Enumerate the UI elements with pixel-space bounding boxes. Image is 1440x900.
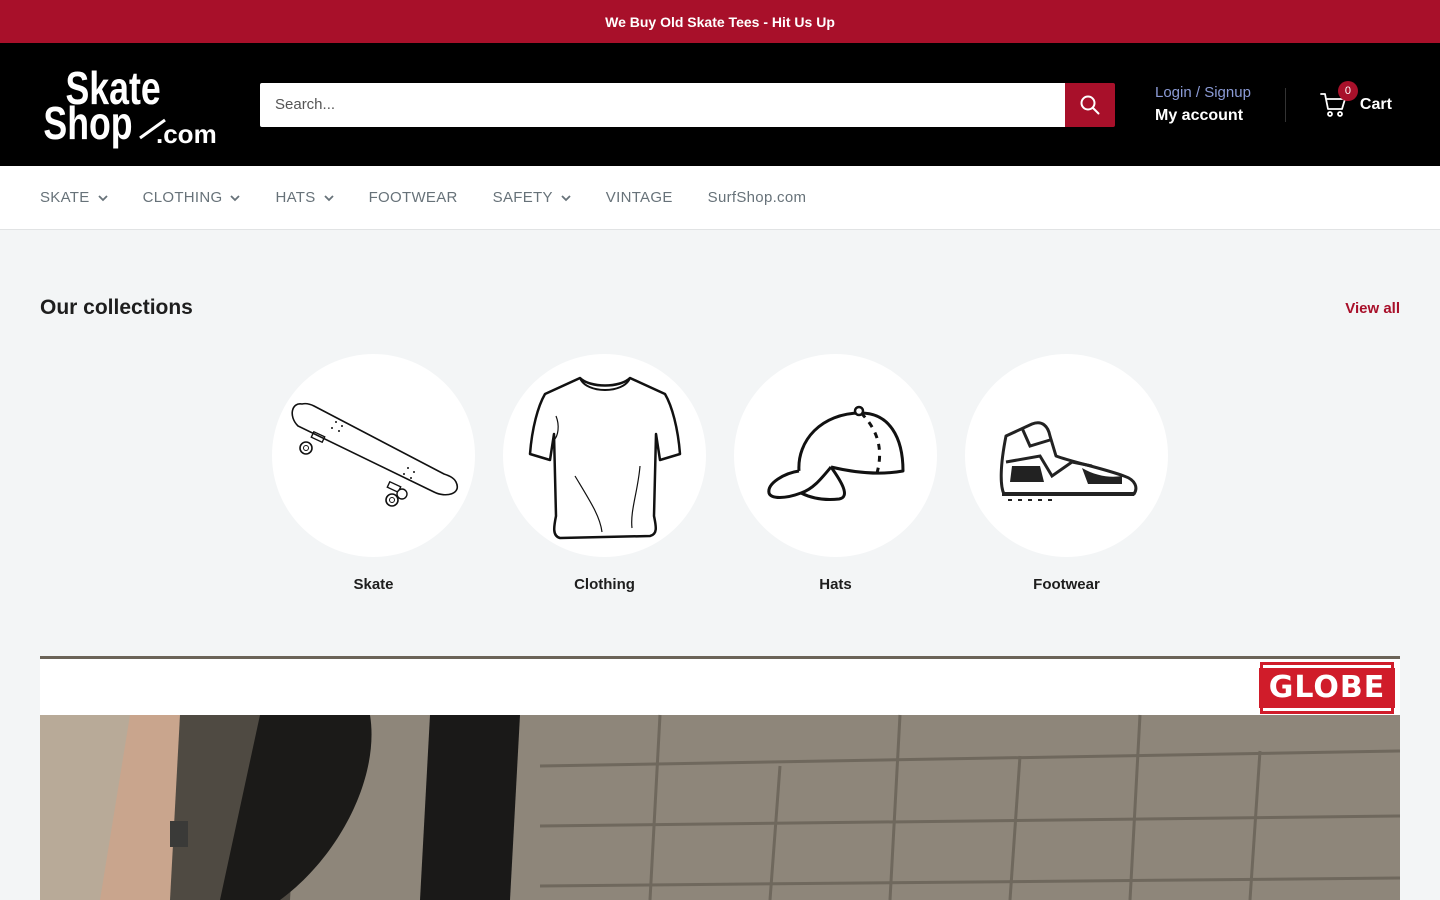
- announcement-bar[interactable]: We Buy Old Skate Tees - Hit Us Up: [0, 0, 1440, 43]
- skateboard-icon: [290, 402, 458, 507]
- nav-label: SurfShop.com: [707, 189, 807, 206]
- globe-logo-text: GLOBE: [1258, 668, 1396, 708]
- collection-card-hats[interactable]: Hats: [734, 354, 937, 593]
- collection-label: Footwear: [1033, 576, 1100, 593]
- nav-item-clothing[interactable]: CLOTHING: [143, 189, 241, 206]
- announcement-text[interactable]: We Buy Old Skate Tees - Hit Us Up: [605, 14, 835, 30]
- search-icon: [1080, 95, 1100, 114]
- globe-logo: GLOBE: [1258, 662, 1396, 714]
- collection-label: Skate: [353, 576, 394, 593]
- banner-photo: [40, 714, 1400, 900]
- chevron-down-icon: [323, 194, 334, 201]
- cart-label: Cart: [1359, 95, 1392, 113]
- login-signup-link[interactable]: Login / Signup: [1155, 84, 1251, 101]
- logo-line3: .com: [156, 119, 217, 149]
- collection-card-clothing[interactable]: Clothing: [503, 354, 706, 593]
- logo-line2: Shop: [43, 97, 132, 148]
- sneaker-icon: [999, 420, 1137, 501]
- account-links: Login / Signup My account: [1155, 84, 1251, 125]
- nav-label: VINTAGE: [605, 189, 673, 206]
- chevron-down-icon: [97, 194, 108, 201]
- cart-count-badge: 0: [1337, 80, 1358, 101]
- collection-label: Clothing: [574, 576, 635, 593]
- nav-label: FOOTWEAR: [368, 189, 458, 206]
- nav-label: HATS: [275, 189, 316, 206]
- collection-card-skate[interactable]: Skate: [272, 354, 475, 593]
- chevron-down-icon: [230, 194, 241, 201]
- collections-header: Our collections View all: [40, 296, 1400, 320]
- tshirt-icon: [528, 376, 681, 539]
- collection-image: [965, 354, 1168, 557]
- search-button[interactable]: [1065, 82, 1115, 127]
- nav-item-safety[interactable]: SAFETY: [493, 189, 571, 206]
- skateshop-logo-icon: Skate Shop .com: [43, 62, 217, 149]
- collection-image: [272, 354, 475, 557]
- search-input[interactable]: [260, 82, 1065, 127]
- my-account-link[interactable]: My account: [1155, 107, 1251, 125]
- nav-item-vintage[interactable]: VINTAGE: [606, 189, 673, 206]
- site-logo[interactable]: Skate Shop .com: [40, 60, 220, 150]
- cart-button[interactable]: 0 Cart: [1320, 80, 1392, 119]
- promo-banner[interactable]: GLOBE: [40, 656, 1400, 900]
- chevron-down-icon: [561, 194, 571, 201]
- collection-image: [503, 354, 706, 557]
- nav-label: CLOTHING: [142, 189, 223, 206]
- collections-title: Our collections: [40, 296, 193, 319]
- nav-item-skate[interactable]: SKATE: [40, 189, 108, 206]
- nav-item-surfshop[interactable]: SurfShop.com: [708, 189, 807, 206]
- view-all-link[interactable]: View all: [1345, 300, 1400, 317]
- collections-section: Our collections View all Skate Clothing …: [0, 230, 1440, 593]
- nav-item-hats[interactable]: HATS: [275, 189, 334, 206]
- nav-item-footwear[interactable]: FOOTWEAR: [369, 189, 458, 206]
- collection-label: Hats: [819, 576, 852, 593]
- nav-label: SAFETY: [492, 189, 553, 206]
- nav-label: SKATE: [40, 189, 90, 206]
- header-divider: [1284, 87, 1286, 122]
- site-header: Skate Shop .com Login / Signup My accoun…: [0, 43, 1440, 166]
- collection-card-footwear[interactable]: Footwear: [965, 354, 1168, 593]
- cart-icon-wrap: 0: [1320, 80, 1358, 119]
- search-form: [260, 82, 1115, 127]
- collection-image: [734, 354, 937, 557]
- collections-list: Skate Clothing Hats Footwear: [40, 354, 1400, 593]
- main-navigation: SKATE CLOTHING HATS FOOTWEAR SAFETY VINT…: [0, 166, 1440, 230]
- cap-icon: [766, 405, 904, 501]
